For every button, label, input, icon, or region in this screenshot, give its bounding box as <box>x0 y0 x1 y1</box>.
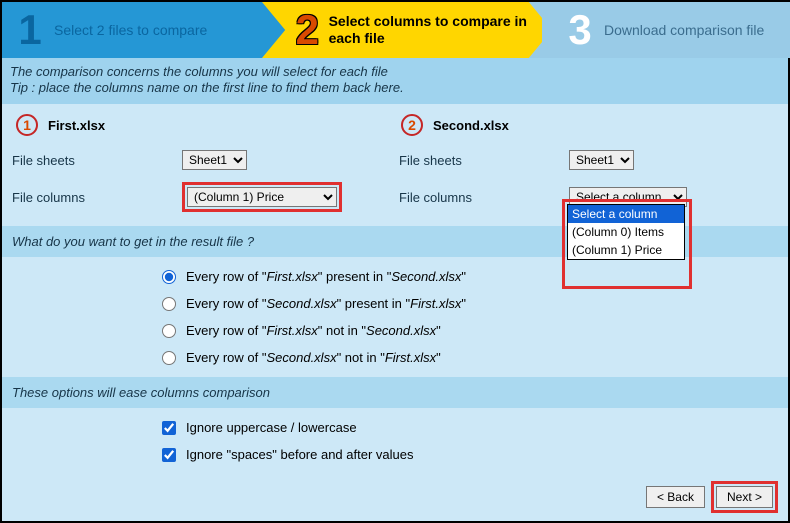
left-sheets-select[interactable]: Sheet1 <box>182 150 247 170</box>
options-header: These options will ease columns comparis… <box>2 377 788 408</box>
file-right-header: 2 Second.xlsx <box>401 114 778 136</box>
footer-buttons: < Back Next > <box>646 481 778 513</box>
step-3-number: 3 <box>560 6 600 54</box>
wizard-step-2[interactable]: 2 Select columns to compare in each file <box>262 2 552 58</box>
check-ignore-spaces[interactable] <box>162 448 176 462</box>
main-panel: 1 First.xlsx 2 Second.xlsx File sheets S… <box>2 104 788 474</box>
dropdown-item-1[interactable]: (Column 0) Items <box>568 223 684 241</box>
radio-option-1-text: Every row of "First.xlsx" present in "Se… <box>186 269 466 284</box>
next-button-highlight: Next > <box>711 481 778 513</box>
file-badge-2-icon: 2 <box>401 114 423 136</box>
wizard-step-3[interactable]: 3 Download comparison file <box>542 2 790 58</box>
check-ignore-spaces-label: Ignore "spaces" before and after values <box>186 447 413 462</box>
right-cols-label: File columns <box>399 190 569 205</box>
check-ignore-case-label: Ignore uppercase / lowercase <box>186 420 357 435</box>
file-badge-1-icon: 1 <box>16 114 38 136</box>
step-1-text: Select 2 files to compare <box>50 22 207 39</box>
left-cols-highlight: (Column 1) Price <box>182 182 342 212</box>
dropdown-item-2[interactable]: (Column 1) Price <box>568 241 684 259</box>
file-left-header: 1 First.xlsx <box>16 114 393 136</box>
right-cols-dropdown-list[interactable]: Select a column (Column 0) Items (Column… <box>567 204 685 260</box>
left-cols-select[interactable]: (Column 1) Price <box>187 187 337 207</box>
checkbox-group: Ignore uppercase / lowercase Ignore "spa… <box>2 408 788 474</box>
file-left-name: First.xlsx <box>48 118 105 133</box>
radio-option-4[interactable] <box>162 351 176 365</box>
left-sheets-label: File sheets <box>12 153 182 168</box>
info-line-1: The comparison concerns the columns you … <box>10 64 780 80</box>
wizard-header: 1 Select 2 files to compare 2 Select col… <box>2 2 788 58</box>
step-3-text: Download comparison file <box>600 22 764 39</box>
info-line-2: Tip : place the columns name on the firs… <box>10 80 780 96</box>
left-cols-label: File columns <box>12 190 182 205</box>
radio-option-2-text: Every row of "Second.xlsx" present in "F… <box>186 296 466 311</box>
dropdown-item-0[interactable]: Select a column <box>568 205 684 223</box>
radio-option-3-text: Every row of "First.xlsx" not in "Second… <box>186 323 441 338</box>
file-right-name: Second.xlsx <box>433 118 509 133</box>
next-button[interactable]: Next > <box>716 486 773 508</box>
check-ignore-case[interactable] <box>162 421 176 435</box>
right-sheets-select[interactable]: Sheet1 <box>569 150 634 170</box>
step-2-number: 2 <box>290 6 325 54</box>
radio-option-2[interactable] <box>162 297 176 311</box>
right-sheets-label: File sheets <box>399 153 569 168</box>
step-2-text: Select columns to compare in each file <box>325 13 552 47</box>
wizard-step-1[interactable]: 1 Select 2 files to compare <box>2 2 292 58</box>
info-bar: The comparison concerns the columns you … <box>2 58 788 104</box>
back-button[interactable]: < Back <box>646 486 705 508</box>
step-1-number: 1 <box>10 6 50 54</box>
radio-option-1[interactable] <box>162 270 176 284</box>
radio-option-4-text: Every row of "Second.xlsx" not in "First… <box>186 350 441 365</box>
radio-option-3[interactable] <box>162 324 176 338</box>
